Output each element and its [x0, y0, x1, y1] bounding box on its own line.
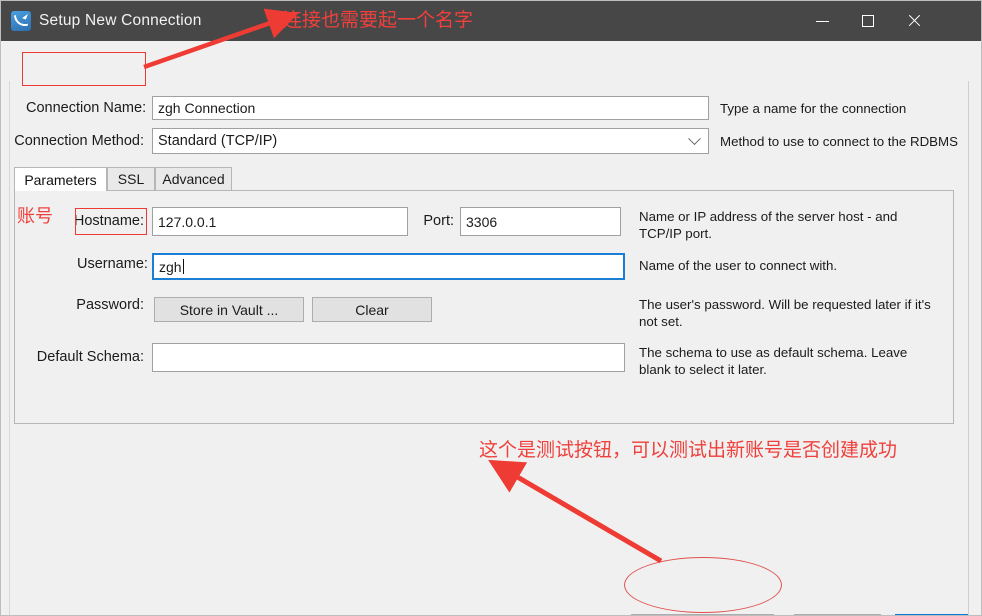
- tab-strip: Parameters SSL Advanced: [14, 167, 954, 191]
- text-caret: [182, 259, 184, 274]
- annotation-account-note: 账号: [17, 206, 53, 227]
- username-value: zgh: [159, 258, 182, 275]
- password-label: Password:: [76, 297, 144, 313]
- annotation-test-note: 这个是测试按钮，可以测试出新账号是否创建成功: [479, 439, 898, 461]
- tab-parameters[interactable]: Parameters: [14, 167, 107, 191]
- window-title: Setup New Connection: [39, 12, 202, 29]
- clear-password-button[interactable]: Clear: [312, 297, 432, 322]
- connection-name-hint: Type a name for the connection: [720, 101, 907, 116]
- maximize-icon: [862, 15, 874, 27]
- hostname-hint: Name or IP address of the server host - …: [639, 209, 898, 241]
- port-input[interactable]: 3306: [460, 207, 621, 236]
- port-label: Port:: [423, 213, 454, 229]
- default-schema-hint: The schema to use as default schema. Lea…: [639, 345, 908, 377]
- connection-method-hint: Method to use to connect to the RDBMS: [720, 134, 958, 149]
- close-button[interactable]: [891, 1, 937, 41]
- annotation-title-note: 连接也需要起一个名字: [283, 9, 474, 31]
- port-value: 3306: [466, 213, 498, 230]
- maximize-button[interactable]: [845, 1, 891, 41]
- tab-parameters-label: Parameters: [24, 171, 97, 188]
- title-bar: Setup New Connection: [1, 1, 981, 41]
- hostname-input[interactable]: 127.0.0.1: [152, 207, 408, 236]
- store-in-vault-label: Store in Vault ...: [179, 301, 279, 318]
- connection-method-select[interactable]: Standard (TCP/IP): [152, 128, 709, 154]
- annotation-ellipse-test-connection: [624, 557, 782, 613]
- annotation-box-username: [75, 208, 147, 235]
- default-schema-label: Default Schema:: [36, 349, 144, 365]
- username-label: Username:: [77, 256, 148, 272]
- connection-method-value: Standard (TCP/IP): [158, 133, 278, 149]
- tab-ssl-label: SSL: [117, 171, 145, 187]
- username-hint: Name of the user to connect with.: [639, 258, 838, 273]
- left-divider: [9, 81, 10, 615]
- connection-method-label: Connection Method:: [14, 133, 144, 149]
- chevron-down-icon[interactable]: [680, 129, 708, 153]
- clear-password-label: Clear: [355, 301, 389, 318]
- minimize-button[interactable]: [799, 1, 845, 41]
- dialog-body: Connection Name: zgh Connection Type a n…: [1, 41, 981, 615]
- minimize-icon: [815, 20, 829, 22]
- default-schema-input[interactable]: [152, 343, 625, 372]
- close-icon: [907, 14, 921, 28]
- username-input[interactable]: zgh: [152, 253, 625, 280]
- store-in-vault-button[interactable]: Store in Vault ...: [154, 297, 304, 322]
- password-hint: The user's password. Will be requested l…: [639, 297, 931, 329]
- setup-new-connection-dialog: Setup New Connection Connection Name: zg…: [0, 0, 982, 616]
- connection-name-input[interactable]: zgh Connection: [152, 96, 709, 120]
- connection-name-label: Connection Name:: [26, 100, 147, 116]
- tab-advanced[interactable]: Advanced: [155, 167, 232, 190]
- hostname-value: 127.0.0.1: [158, 213, 217, 230]
- connection-name-value: zgh Connection: [158, 100, 256, 116]
- tab-panel-seam: [15, 189, 106, 191]
- tab-advanced-label: Advanced: [162, 171, 225, 187]
- annotation-box-connection-name: [22, 52, 146, 86]
- tab-ssl[interactable]: SSL: [107, 167, 155, 190]
- workbench-icon: [11, 11, 31, 31]
